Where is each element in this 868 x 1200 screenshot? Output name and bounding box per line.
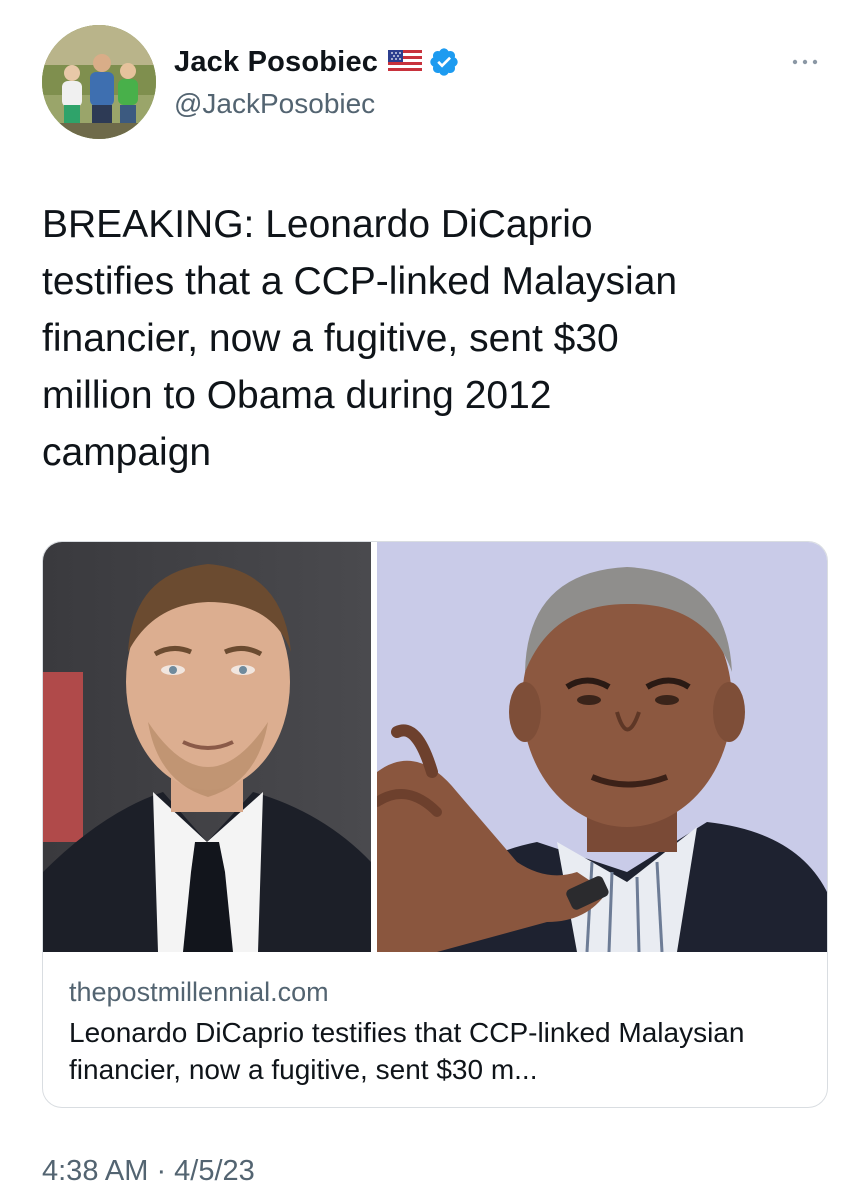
card-photo-right [377, 542, 827, 952]
author-display-name[interactable]: Jack Posobiec [174, 46, 378, 79]
tweet-timestamp[interactable]: 4:38 AM · 4/5/23 [42, 1155, 255, 1188]
card-domain: thepostmillennial.com [69, 977, 329, 1007]
tweet: Jack Posobiec @JackPosobiec BREAKING: Le… [0, 0, 868, 1200]
more-options-icon[interactable] [790, 54, 820, 65]
author-handle[interactable]: @JackPosobiec [174, 88, 375, 120]
card-image-collage[interactable] [43, 542, 827, 952]
author-name-row: Jack Posobiec [174, 44, 460, 80]
avatar[interactable] [42, 25, 156, 139]
us-flag-icon [388, 50, 423, 74]
card-photo-left [43, 542, 371, 952]
link-preview-card[interactable]: thepostmillennial.com Leonardo DiCaprio … [42, 541, 828, 1108]
tweet-text: BREAKING: Leonardo DiCaprio testifies th… [42, 203, 678, 474]
card-title[interactable]: Leonardo DiCaprio testifies that CCP-lin… [69, 1014, 809, 1088]
verified-badge-icon[interactable] [428, 46, 460, 78]
